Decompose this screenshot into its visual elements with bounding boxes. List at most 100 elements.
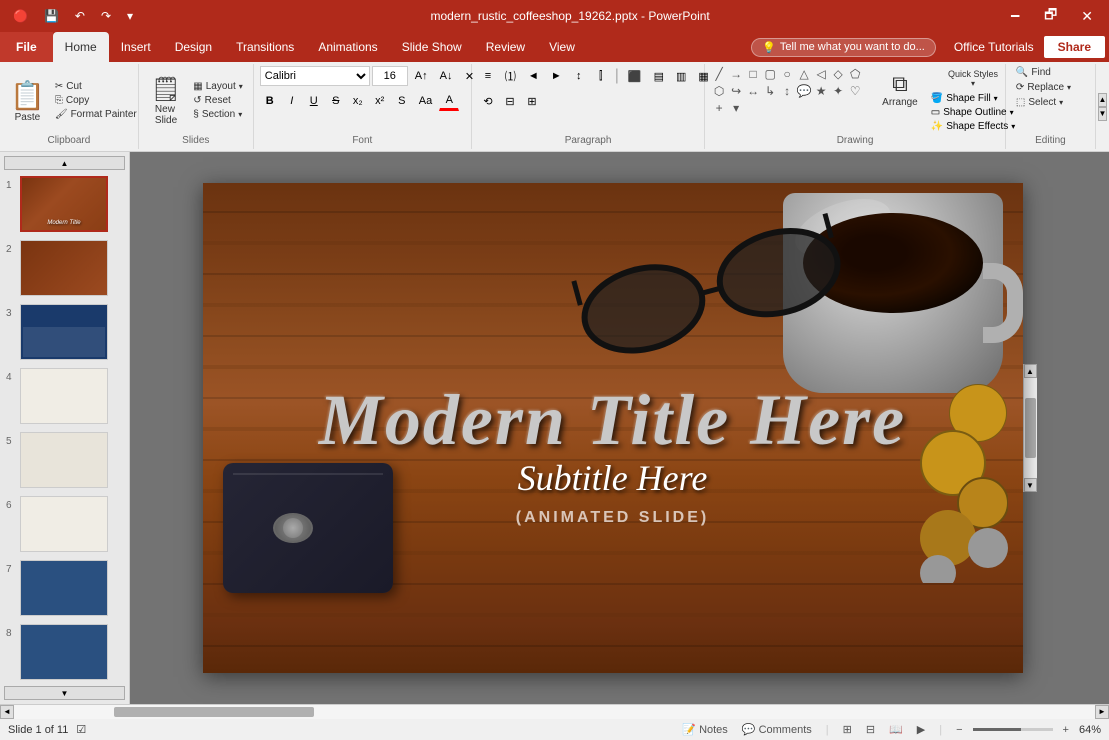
text-direction-button[interactable]: ⟲ — [478, 91, 498, 111]
hexagon-shape[interactable]: ⬡ — [711, 83, 727, 99]
notes-button[interactable]: 📝 Notes — [678, 722, 732, 737]
hscroll-left[interactable]: ◄ — [0, 705, 14, 719]
rect-shape[interactable]: □ — [745, 66, 761, 82]
arrange-button[interactable]: ⧉ Arrange — [875, 66, 925, 113]
columns-button[interactable]: ⫿ — [591, 66, 611, 86]
undo-button[interactable]: ↶ — [70, 7, 90, 25]
scroll-thumb[interactable] — [1025, 398, 1036, 458]
convert-smartart-button[interactable]: ⊞ — [522, 91, 542, 111]
font-name-select[interactable]: Calibri — [260, 66, 370, 86]
save-button[interactable]: 💾 — [39, 7, 64, 25]
transitions-tab[interactable]: Transitions — [224, 32, 306, 62]
align-text-button[interactable]: ⊟ — [500, 91, 520, 111]
numbered-list-button[interactable]: ⑴ — [500, 66, 521, 86]
align-left-button[interactable]: ⬛ — [623, 66, 647, 86]
font-size-input[interactable] — [372, 66, 408, 86]
underline-button[interactable]: U — [304, 91, 324, 111]
zoom-out-button[interactable]: − — [952, 723, 966, 737]
shadow-button[interactable]: S — [392, 91, 412, 111]
hscroll-right[interactable]: ► — [1095, 705, 1109, 719]
plus-shape[interactable]: + — [711, 100, 727, 116]
new-slide-button[interactable]: 🗒 NewSlide — [145, 73, 187, 128]
scroll-up-arrow[interactable]: ▲ — [1024, 364, 1037, 378]
oval-shape[interactable]: ○ — [779, 66, 795, 82]
powerpoint-icon[interactable]: 🔴 — [8, 7, 33, 25]
hscroll-thumb[interactable] — [114, 707, 314, 717]
layout-button[interactable]: ▦ Layout ▾ — [189, 80, 247, 93]
line-spacing-button[interactable]: ↕ — [569, 66, 589, 86]
pentagon-shape[interactable]: ⬠ — [847, 66, 863, 82]
tell-me-box[interactable]: 💡 Tell me what you want to do... — [751, 38, 936, 57]
subscript-button[interactable]: x₂ — [348, 91, 368, 111]
comments-button[interactable]: 💬 Comments — [738, 722, 816, 737]
decrease-font-button[interactable]: A↓ — [435, 66, 458, 86]
animations-tab[interactable]: Animations — [306, 32, 389, 62]
minimize-button[interactable]: 🗕 — [1002, 2, 1028, 30]
increase-font-button[interactable]: A↑ — [410, 66, 433, 86]
increase-indent-button[interactable]: ► — [546, 66, 567, 86]
home-tab[interactable]: Home — [53, 32, 109, 62]
review-tab[interactable]: Review — [474, 32, 537, 62]
ribbon-scroll-up[interactable]: ▲ — [1098, 93, 1108, 107]
file-menu[interactable]: File — [0, 32, 53, 62]
format-painter-button[interactable]: 🖌 Format Painter — [51, 108, 141, 121]
zoom-slider[interactable] — [973, 728, 1053, 731]
normal-view-button[interactable]: ⊞ — [839, 722, 856, 737]
superscript-button[interactable]: x² — [370, 91, 390, 111]
find-button[interactable]: 🔍 Find — [1012, 66, 1055, 79]
slide-sorter-button[interactable]: ⊟ — [862, 722, 879, 737]
scroll-track[interactable] — [1024, 378, 1037, 478]
u-arrow-shape[interactable]: ↕ — [779, 83, 795, 99]
triangle-shape[interactable]: △ — [796, 66, 812, 82]
design-tab[interactable]: Design — [163, 32, 224, 62]
curved-arrow-shape[interactable]: ↪ — [728, 83, 744, 99]
slide-thumb-7[interactable]: 7 — [4, 558, 125, 618]
section-button[interactable]: § Section ▾ — [189, 108, 247, 121]
more-shapes[interactable]: ▾ — [728, 100, 744, 116]
paste-button[interactable]: 📋 Paste — [6, 77, 49, 125]
copy-button[interactable]: ⎘ Copy — [51, 94, 141, 107]
scroll-down-arrow[interactable]: ▼ — [1024, 478, 1037, 492]
zoom-in-button[interactable]: + — [1059, 723, 1073, 737]
align-center-button[interactable]: ▤ — [649, 66, 669, 86]
italic-button[interactable]: I — [282, 91, 302, 111]
slide-thumb-2[interactable]: 2 — [4, 238, 125, 298]
cut-button[interactable]: ✂ Cut — [51, 80, 141, 93]
slide-canvas-area[interactable]: Modern Title Here Subtitle Here (ANIMATE… — [130, 152, 1109, 704]
reset-button[interactable]: ↺ Reset — [189, 94, 247, 107]
view-tab[interactable]: View — [537, 32, 587, 62]
slide-thumb-6[interactable]: 6 — [4, 494, 125, 554]
decrease-indent-button[interactable]: ◄ — [523, 66, 544, 86]
line-shape[interactable]: ╱ — [711, 66, 727, 82]
align-right-button[interactable]: ▥ — [671, 66, 691, 86]
rrect-shape[interactable]: ▢ — [762, 66, 778, 82]
slide-thumb-3[interactable]: 3 — [4, 302, 125, 362]
replace-button[interactable]: ⟳ Replace ▾ — [1012, 81, 1075, 94]
bullet-list-button[interactable]: ≡ — [478, 66, 498, 86]
office-tutorials-link[interactable]: Office Tutorials — [944, 40, 1044, 54]
hscroll-track[interactable] — [14, 705, 1095, 719]
share-button[interactable]: Share — [1044, 36, 1105, 58]
bent-arrow-shape[interactable]: ↳ — [762, 83, 778, 99]
slide-thumb-1[interactable]: 1 Modern Title Modern Title — [4, 174, 125, 234]
dbl-arrow-shape[interactable]: ↔ — [745, 83, 761, 99]
strikethrough-button[interactable]: S — [326, 91, 346, 111]
star-shape[interactable]: ★ — [813, 83, 829, 99]
slide-thumb-5[interactable]: 5 — [4, 430, 125, 490]
customize-qat-button[interactable]: ▾ — [122, 7, 138, 25]
star4-shape[interactable]: ✦ — [830, 83, 846, 99]
callout-shape[interactable]: 💬 — [796, 83, 812, 99]
insert-tab[interactable]: Insert — [109, 32, 163, 62]
slideshow-button[interactable]: ▶ — [913, 722, 929, 737]
select-button[interactable]: ⬚ Select ▾ — [1012, 96, 1067, 109]
slide-thumb-8[interactable]: 8 — [4, 622, 125, 682]
close-button[interactable]: ✕ — [1073, 6, 1101, 27]
ribbon-scroll-down[interactable]: ▼ — [1098, 107, 1108, 121]
arrow-shape[interactable]: → — [728, 66, 744, 82]
slideshow-tab[interactable]: Slide Show — [390, 32, 474, 62]
restore-button[interactable]: 🗗 — [1036, 2, 1065, 30]
diamond-shape[interactable]: ◇ — [830, 66, 846, 82]
bold-button[interactable]: B — [260, 91, 280, 111]
font-color-button[interactable]: A — [439, 91, 459, 111]
slide-panel-scroll-up[interactable]: ▲ — [4, 156, 125, 170]
